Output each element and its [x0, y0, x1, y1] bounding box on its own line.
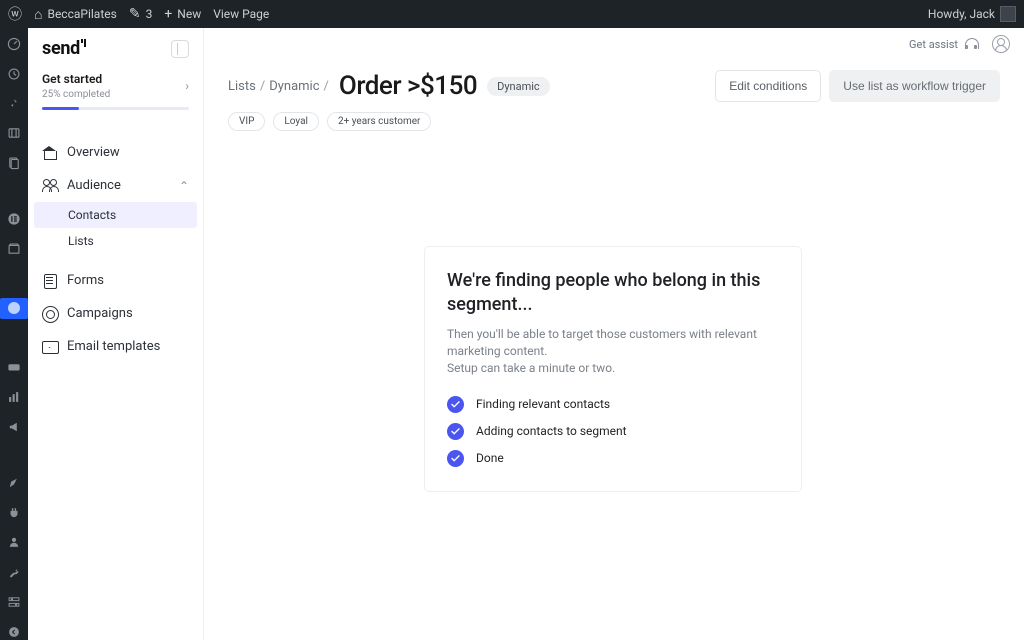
get-assist-link[interactable]: Get assist — [909, 37, 978, 51]
mail-icon — [42, 339, 57, 354]
rail-plugins-icon[interactable] — [5, 505, 23, 521]
wp-admin-rail — [0, 28, 28, 640]
target-icon — [42, 306, 57, 321]
use-list-workflow-button[interactable]: Use list as workflow trigger — [829, 70, 1000, 102]
rail-settings-icon[interactable] — [5, 594, 23, 610]
rail-appearance-icon[interactable] — [5, 475, 23, 491]
form-icon — [42, 273, 57, 288]
main-top-bar: Get assist — [204, 28, 1024, 60]
tag-vip: VIP — [228, 112, 265, 131]
rail-send-icon[interactable] — [0, 298, 28, 319]
wp-site-link[interactable]: ⌂ BeccaPilates — [34, 6, 117, 23]
nav-overview[interactable]: Overview — [28, 136, 203, 169]
plus-icon: + — [164, 6, 172, 22]
step-done: Done — [447, 450, 779, 467]
collapse-sidebar-button[interactable] — [171, 40, 189, 58]
rail-media-icon[interactable] — [5, 126, 23, 142]
rail-collapse-icon[interactable] — [5, 624, 23, 640]
wp-admin-bar: ⓦ ⌂ BeccaPilates ✎ 3 + New View Page How… — [0, 0, 1024, 28]
card-line2: Setup can take a minute or two. — [447, 360, 779, 377]
card-heading: We're finding people who belong in this … — [447, 269, 779, 318]
logo-bars-icon — [80, 39, 86, 47]
rail-tools-icon[interactable] — [5, 564, 23, 580]
wp-new-link[interactable]: + New — [164, 6, 201, 22]
check-icon — [447, 423, 464, 440]
nav-lists[interactable]: Lists — [28, 228, 203, 254]
tag-loyal: Loyal — [273, 112, 319, 131]
nav-forms[interactable]: Forms — [28, 264, 203, 297]
get-started-subtitle: 25% completed — [42, 89, 110, 100]
edit-conditions-button[interactable]: Edit conditions — [715, 70, 821, 102]
edit-count: 3 — [146, 7, 153, 21]
sidebar-nav: Overview Audience ⌃ Contacts Lists Forms… — [28, 122, 203, 363]
progress-bar — [42, 107, 189, 110]
step-adding: Adding contacts to segment — [447, 423, 779, 440]
rail-woo-icon[interactable] — [5, 359, 23, 375]
chevron-up-icon: ⌃ — [179, 179, 189, 193]
wordpress-icon: ⓦ — [8, 4, 22, 24]
tag-2years: 2+ years customer — [327, 112, 431, 131]
rail-updates-icon[interactable] — [5, 66, 23, 82]
profile-button[interactable] — [992, 35, 1010, 53]
wp-view-page[interactable]: View Page — [213, 7, 269, 21]
chevron-right-icon: › — [185, 79, 189, 93]
nav-contacts[interactable]: Contacts — [34, 202, 197, 228]
headset-icon — [964, 37, 978, 51]
tag-list: VIP Loyal 2+ years customer — [204, 102, 1024, 131]
avatar — [1000, 6, 1016, 22]
wp-logo[interactable]: ⓦ — [8, 4, 22, 24]
rail-elementor-icon[interactable] — [5, 212, 23, 228]
get-started-card[interactable]: Get started 25% completed › — [28, 62, 203, 122]
segment-progress-card: We're finding people who belong in this … — [424, 246, 802, 492]
edit-icon: ✎ — [129, 6, 141, 22]
wp-edit-link[interactable]: ✎ 3 — [129, 6, 152, 22]
wp-greeting[interactable]: Howdy, Jack — [928, 6, 1016, 22]
main-area: Get assist Lists / Dynamic / Order >$150… — [204, 28, 1024, 640]
step-finding: Finding relevant contacts — [447, 396, 779, 413]
new-label: New — [177, 7, 201, 21]
nav-audience[interactable]: Audience ⌃ — [28, 169, 203, 202]
check-icon — [447, 396, 464, 413]
get-started-title: Get started — [42, 72, 110, 86]
people-icon — [42, 178, 57, 193]
site-name: BeccaPilates — [47, 7, 116, 21]
card-line1: Then you'll be able to target those cust… — [447, 326, 779, 361]
home-icon — [42, 145, 57, 160]
rail-dashboard-icon[interactable] — [5, 36, 23, 52]
nav-campaigns[interactable]: Campaigns — [28, 297, 203, 330]
rail-templates-icon[interactable] — [5, 241, 23, 257]
breadcrumb: Lists / Dynamic / — [228, 79, 329, 94]
type-pill: Dynamic — [487, 77, 550, 96]
page-title: Order >$150 — [339, 71, 477, 101]
rail-pages-icon[interactable] — [5, 155, 23, 171]
app-sidebar: send Get started 25% completed › Overvie… — [28, 28, 204, 640]
rail-analytics-icon[interactable] — [5, 389, 23, 405]
rail-marketing-icon[interactable] — [5, 419, 23, 435]
rail-pin-icon[interactable] — [5, 96, 23, 112]
nav-email-templates[interactable]: Email templates — [28, 330, 203, 363]
home-icon: ⌂ — [34, 6, 42, 23]
breadcrumb-lists[interactable]: Lists — [228, 79, 256, 94]
app-logo: send — [42, 40, 86, 58]
check-icon — [447, 450, 464, 467]
breadcrumb-dynamic[interactable]: Dynamic — [269, 79, 319, 94]
rail-users-icon[interactable] — [5, 535, 23, 551]
